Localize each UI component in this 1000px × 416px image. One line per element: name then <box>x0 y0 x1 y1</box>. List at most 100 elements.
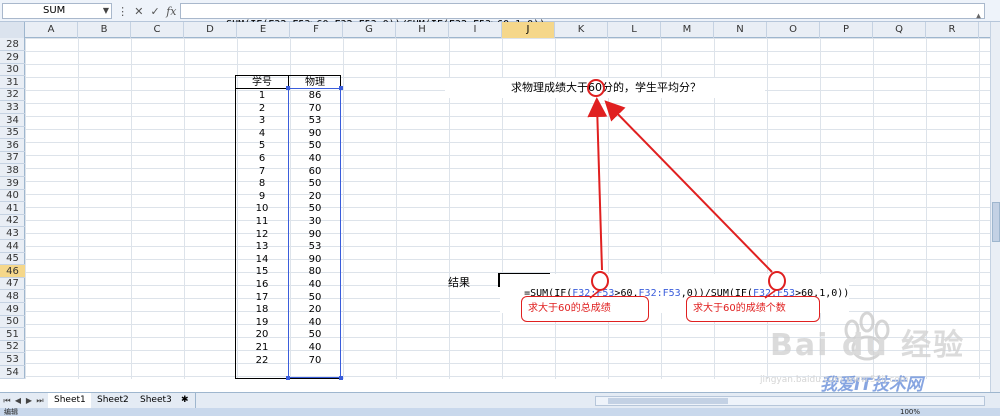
range-handle[interactable] <box>286 86 290 90</box>
row-header-35[interactable]: 35 <box>0 126 25 140</box>
question-textbox[interactable]: 求物理成绩大于60分的，学生平均分？ <box>445 78 765 98</box>
vertical-scrollbar[interactable] <box>990 22 1000 392</box>
row-header-37[interactable]: 37 <box>0 151 25 165</box>
cell-student-id[interactable]: 22 <box>236 354 288 367</box>
range-handle[interactable] <box>339 86 343 90</box>
formula-buttons: ⋮ ✕ ✓ fx <box>116 3 178 19</box>
cell-student-id[interactable]: 18 <box>236 303 288 316</box>
row-header-28[interactable]: 28 <box>0 38 25 51</box>
vertical-scrollbar-thumb[interactable] <box>992 202 1000 242</box>
cell-student-id[interactable]: 8 <box>236 177 288 190</box>
row-header-53[interactable]: 53 <box>0 353 25 366</box>
column-header-e[interactable]: E <box>237 22 290 38</box>
cell-student-id[interactable]: 2 <box>236 102 288 115</box>
cell-student-id[interactable]: 12 <box>236 228 288 241</box>
cell-student-id[interactable]: 10 <box>236 202 288 215</box>
row-header-48[interactable]: 48 <box>0 290 25 303</box>
column-header-k[interactable]: K <box>555 22 608 38</box>
row-header-42[interactable]: 42 <box>0 214 25 228</box>
column-header-n[interactable]: N <box>714 22 767 38</box>
row-header-32[interactable]: 32 <box>0 88 25 102</box>
cell-student-id[interactable]: 4 <box>236 127 288 140</box>
cell-student-id[interactable]: 1 <box>236 89 288 102</box>
cell-student-id[interactable]: 5 <box>236 139 288 152</box>
last-sheet-icon[interactable]: ⏭ <box>35 395 45 406</box>
range-handle[interactable] <box>339 376 343 380</box>
column-header-l[interactable]: L <box>608 22 661 38</box>
row-header-33[interactable]: 33 <box>0 101 25 114</box>
column-headers: ABCDEFGHIJKLMNOPQR <box>0 22 990 38</box>
column-header-d[interactable]: D <box>184 22 237 38</box>
watermark: Bai du 经验 我爱IT技术网 jingyan.baidu.com www.… <box>740 300 990 395</box>
column-header-p[interactable]: P <box>820 22 873 38</box>
watermark-brand: Bai du 经验 <box>770 328 966 363</box>
row-header-47[interactable]: 47 <box>0 277 25 291</box>
row-header-34[interactable]: 34 <box>0 114 25 127</box>
column-header-q[interactable]: Q <box>873 22 926 38</box>
cell-student-id[interactable]: 9 <box>236 190 288 203</box>
select-all-button[interactable] <box>0 22 25 38</box>
row-header-49[interactable]: 49 <box>0 303 25 316</box>
sheet-tab-sheet3[interactable]: Sheet3 <box>134 393 179 408</box>
formula-input[interactable]: =SUM(IF(F32:F53>60,F32:F53,0))/SUM(IF(F3… <box>180 3 985 30</box>
name-box[interactable]: SUM ▼ <box>2 3 112 19</box>
cell-student-id[interactable]: 21 <box>236 341 288 354</box>
row-header-38[interactable]: 38 <box>0 164 25 177</box>
cell-student-id[interactable]: 16 <box>236 278 288 291</box>
column-header-o[interactable]: O <box>767 22 820 38</box>
column-header-b[interactable]: B <box>78 22 131 38</box>
sheet-tab-sheet1[interactable]: Sheet1 <box>48 393 93 408</box>
row-header-52[interactable]: 52 <box>0 340 25 354</box>
enter-icon[interactable]: ✓ <box>149 5 162 18</box>
row-header-40[interactable]: 40 <box>0 189 25 203</box>
cell-student-id[interactable]: 14 <box>236 253 288 266</box>
horizontal-scrollbar[interactable] <box>595 396 985 406</box>
cell-student-id[interactable]: 11 <box>236 215 288 228</box>
column-header-c[interactable]: C <box>131 22 184 38</box>
row-header-29[interactable]: 29 <box>0 51 25 64</box>
prev-sheet-icon[interactable]: ◀ <box>13 395 23 406</box>
cell-student-id[interactable]: 17 <box>236 291 288 304</box>
expand-icon[interactable]: ▲ <box>976 9 981 23</box>
row-header-46[interactable]: 46 <box>0 264 25 278</box>
column-header-i[interactable]: I <box>449 22 502 38</box>
insert-sheet-icon[interactable]: ✱ <box>178 393 196 408</box>
column-header-a[interactable]: A <box>25 22 78 38</box>
cell-student-id[interactable]: 20 <box>236 328 288 341</box>
first-sheet-icon[interactable]: ⏮ <box>2 395 12 406</box>
insert-function-button[interactable]: fx <box>165 5 178 18</box>
cell-student-id[interactable]: 15 <box>236 265 288 278</box>
row-header-31[interactable]: 31 <box>0 76 25 89</box>
cell-student-id[interactable]: 6 <box>236 152 288 165</box>
column-header-f[interactable]: F <box>290 22 343 38</box>
horizontal-scrollbar-thumb[interactable] <box>608 398 728 404</box>
row-header-43[interactable]: 43 <box>0 227 25 240</box>
next-sheet-icon[interactable]: ▶ <box>24 395 34 406</box>
column-header-h[interactable]: H <box>396 22 449 38</box>
zoom-level[interactable]: 100% <box>900 408 920 416</box>
header-student-id[interactable]: 学号 <box>236 76 288 89</box>
range-handle[interactable] <box>286 376 290 380</box>
cell-student-id[interactable]: 13 <box>236 240 288 253</box>
row-header-51[interactable]: 51 <box>0 328 25 341</box>
row-header-39[interactable]: 39 <box>0 177 25 190</box>
callout-total-score-text: 求大于60的总成绩 <box>528 303 611 314</box>
sheet-tab-sheet2[interactable]: Sheet2 <box>91 393 136 408</box>
column-header-m[interactable]: M <box>661 22 714 38</box>
more-icon[interactable]: ⋮ <box>116 5 129 18</box>
column-header-j[interactable]: J <box>502 22 555 38</box>
cell-student-id[interactable]: 7 <box>236 165 288 178</box>
row-header-54[interactable]: 54 <box>0 366 25 379</box>
cell-student-id[interactable]: 3 <box>236 114 288 127</box>
cancel-icon[interactable]: ✕ <box>132 5 145 18</box>
column-header-r[interactable]: R <box>926 22 979 38</box>
row-header-30[interactable]: 30 <box>0 63 25 77</box>
row-header-50[interactable]: 50 <box>0 315 25 329</box>
column-header-g[interactable]: G <box>343 22 396 38</box>
row-header-41[interactable]: 41 <box>0 202 25 215</box>
chevron-down-icon[interactable]: ▼ <box>103 4 109 18</box>
row-header-44[interactable]: 44 <box>0 240 25 253</box>
row-header-45[interactable]: 45 <box>0 252 25 266</box>
row-header-36[interactable]: 36 <box>0 139 25 152</box>
cell-student-id[interactable]: 19 <box>236 316 288 329</box>
